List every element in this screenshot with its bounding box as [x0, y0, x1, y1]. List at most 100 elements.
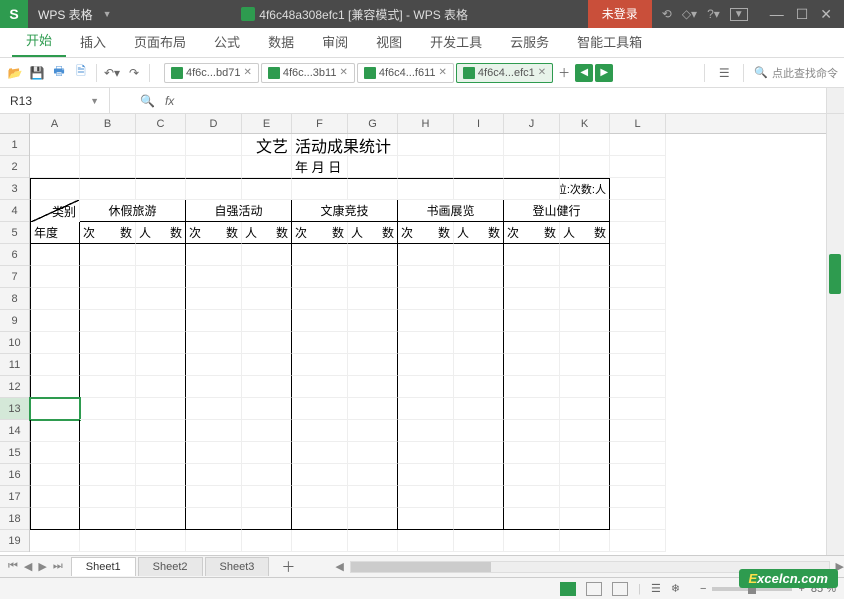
cell[interactable]: [136, 178, 186, 200]
cell[interactable]: [610, 266, 666, 288]
row-header-13[interactable]: 13: [0, 398, 29, 420]
cell[interactable]: [136, 266, 186, 288]
cell[interactable]: [454, 486, 504, 508]
row-header-3[interactable]: 3: [0, 178, 29, 200]
doc-tab-0[interactable]: 4f6c...bd71✕: [164, 63, 259, 83]
row-header-7[interactable]: 7: [0, 266, 29, 288]
cell[interactable]: [560, 310, 610, 332]
cell[interactable]: [454, 464, 504, 486]
cell[interactable]: [186, 508, 242, 530]
cell[interactable]: [186, 310, 242, 332]
cell[interactable]: 文艺: [242, 134, 292, 156]
cell[interactable]: [504, 178, 560, 200]
cell[interactable]: [348, 244, 398, 266]
cell[interactable]: [398, 442, 454, 464]
cell[interactable]: [186, 288, 242, 310]
menu-devtools[interactable]: 开发工具: [416, 26, 496, 57]
cell[interactable]: [136, 530, 186, 552]
cell[interactable]: [30, 508, 80, 530]
cell[interactable]: [242, 376, 292, 398]
row-header-8[interactable]: 8: [0, 288, 29, 310]
cell[interactable]: [186, 178, 242, 200]
cloud-icon[interactable]: ◇▾: [682, 7, 697, 21]
col-header-H[interactable]: H: [398, 114, 454, 133]
cell[interactable]: [292, 376, 348, 398]
cell[interactable]: [136, 442, 186, 464]
cell[interactable]: [560, 244, 610, 266]
cell[interactable]: [292, 420, 348, 442]
cell[interactable]: 人数: [242, 222, 292, 244]
cell[interactable]: [242, 266, 292, 288]
menu-start[interactable]: 开始: [12, 24, 66, 57]
cell[interactable]: [186, 244, 242, 266]
cell[interactable]: [186, 156, 242, 178]
cell[interactable]: [80, 486, 136, 508]
cell[interactable]: [348, 134, 398, 156]
cell[interactable]: 次数: [398, 222, 454, 244]
cell[interactable]: [136, 288, 186, 310]
cell[interactable]: [504, 398, 560, 420]
cell[interactable]: [136, 464, 186, 486]
cell[interactable]: [242, 508, 292, 530]
cell[interactable]: [30, 266, 80, 288]
settings-icon[interactable]: ☰: [715, 64, 733, 82]
cell[interactable]: [242, 442, 292, 464]
col-header-D[interactable]: D: [186, 114, 242, 133]
cell[interactable]: [560, 266, 610, 288]
cell[interactable]: [136, 354, 186, 376]
cell[interactable]: [504, 354, 560, 376]
cell[interactable]: [348, 310, 398, 332]
cell[interactable]: [186, 332, 242, 354]
cell[interactable]: [454, 420, 504, 442]
cell[interactable]: 单位:次数:人: [560, 178, 610, 200]
doc-tab-3[interactable]: 4f6c4...efc1✕: [456, 63, 553, 83]
cell[interactable]: 年度: [30, 222, 80, 244]
row-header-16[interactable]: 16: [0, 464, 29, 486]
name-box[interactable]: R13 ▼: [0, 88, 110, 113]
cell[interactable]: [454, 508, 504, 530]
zoom-out-button[interactable]: −: [700, 583, 706, 595]
cell[interactable]: [610, 200, 666, 222]
cell[interactable]: [186, 442, 242, 464]
cell[interactable]: [454, 442, 504, 464]
cell[interactable]: [30, 244, 80, 266]
cell[interactable]: [504, 508, 560, 530]
cell[interactable]: [398, 486, 454, 508]
cell[interactable]: [504, 442, 560, 464]
row-header-19[interactable]: 19: [0, 530, 29, 552]
row-header-12[interactable]: 12: [0, 376, 29, 398]
cell[interactable]: [398, 508, 454, 530]
menu-data[interactable]: 数据: [254, 26, 308, 57]
cell[interactable]: [292, 398, 348, 420]
cell[interactable]: [610, 178, 666, 200]
menu-review[interactable]: 审阅: [308, 26, 362, 57]
cell[interactable]: [348, 266, 398, 288]
cell[interactable]: [348, 486, 398, 508]
doc-tab-2[interactable]: 4f6c4...f611✕: [357, 63, 454, 83]
cell[interactable]: [80, 244, 136, 266]
cell[interactable]: [292, 464, 348, 486]
cell[interactable]: [560, 530, 610, 552]
menu-formula[interactable]: 公式: [200, 26, 254, 57]
cell[interactable]: 年 月 日: [292, 156, 348, 178]
cell[interactable]: [242, 530, 292, 552]
cell[interactable]: [80, 420, 136, 442]
hscroll-left[interactable]: ◀: [335, 560, 343, 573]
cell[interactable]: [398, 244, 454, 266]
cell[interactable]: [186, 530, 242, 552]
cell[interactable]: [398, 354, 454, 376]
print-icon[interactable]: 🖶: [50, 64, 68, 82]
cell[interactable]: [454, 178, 504, 200]
cell[interactable]: [348, 420, 398, 442]
cell[interactable]: [186, 486, 242, 508]
reading-mode-icon[interactable]: ☰: [651, 582, 661, 595]
print-preview-icon[interactable]: 🗎: [72, 64, 90, 82]
cell[interactable]: [560, 486, 610, 508]
cell[interactable]: [242, 178, 292, 200]
sheet-tab-3[interactable]: Sheet3: [205, 557, 270, 576]
cell[interactable]: [454, 354, 504, 376]
row-header-5[interactable]: 5: [0, 222, 29, 244]
cell[interactable]: [610, 134, 666, 156]
col-header-A[interactable]: A: [30, 114, 80, 133]
cell[interactable]: [80, 310, 136, 332]
